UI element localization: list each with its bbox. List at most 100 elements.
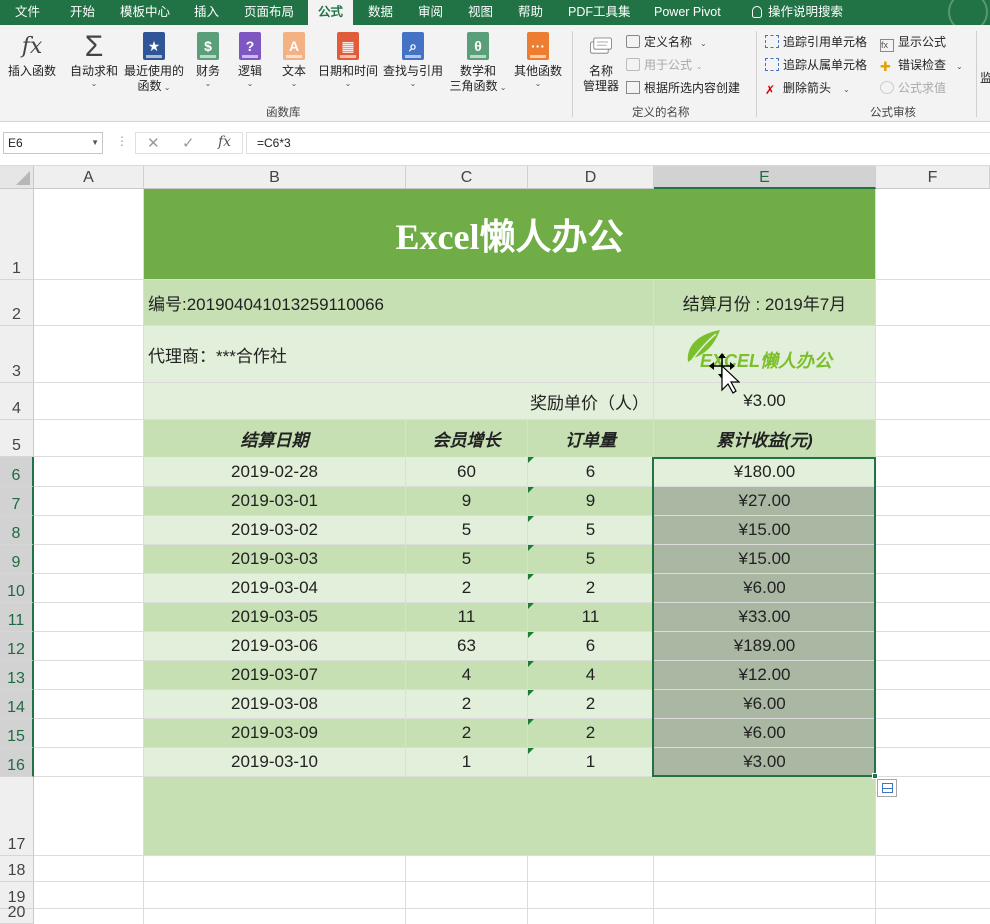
use-in-formula-button[interactable]: 用于公式 ⌄ [626,56,703,74]
income-cell[interactable]: ¥3.00 [654,748,875,776]
member-growth-cell[interactable]: 5 [406,516,527,544]
agent-cell[interactable]: 代理商：***合作社 [144,326,653,382]
member-growth-cell[interactable]: 2 [406,574,527,602]
income-cell[interactable]: ¥27.00 [654,487,875,515]
income-cell[interactable]: ¥6.00 [654,719,875,747]
order-count-cell[interactable]: 5 [528,545,653,573]
member-growth-cell[interactable]: 11 [406,603,527,631]
row-header-15[interactable]: 15 [0,719,34,748]
evaluate-formula-button[interactable]: 公式求值 [880,79,946,97]
trace-precedents-button[interactable]: 追踪引用单元格 [765,33,867,51]
splitter-dots-icon[interactable]: ⋮ [116,134,128,148]
error-indicator-triangle-icon[interactable] [528,690,534,696]
reward-value-cell[interactable]: ¥3.00 [654,383,875,419]
row-header-6[interactable]: 6 [0,457,34,487]
trace-dependents-button[interactable]: 追踪从属单元格 [765,56,867,74]
error-indicator-triangle-icon[interactable] [528,516,534,522]
name-manager-button[interactable]: 名称 管理器 [580,31,622,94]
row-header-11[interactable]: 11 [0,603,34,632]
row-header-4[interactable]: 4 [0,383,34,420]
cancel-x-icon[interactable]: ✕ [147,134,160,152]
tab-review[interactable]: 审阅 [418,0,443,25]
order-count-cell[interactable]: 2 [528,719,653,747]
define-name-button[interactable]: 定义名称 ⌄ [626,33,707,51]
income-cell[interactable]: ¥6.00 [654,690,875,718]
settle-date-cell[interactable]: 2019-03-02 [144,516,405,544]
row-header-9[interactable]: 9 [0,545,34,574]
settle-month-cell[interactable]: 结算月份 : 2019年7月 [654,280,875,325]
member-growth-cell[interactable]: 9 [406,487,527,515]
error-indicator-triangle-icon[interactable] [528,719,534,725]
lookup-reference-button[interactable]: ⌕ 查找与引用 ⌄ [382,31,444,89]
settle-date-cell[interactable]: 2019-03-10 [144,748,405,776]
row-header-5[interactable]: 5 [0,420,34,457]
settle-date-cell[interactable]: 2019-03-01 [144,487,405,515]
order-count-cell[interactable]: 1 [528,748,653,776]
member-growth-cell[interactable]: 2 [406,719,527,747]
excel-lazy-office-logo[interactable]: EXCEL懒人办公 [684,328,834,374]
error-indicator-triangle-icon[interactable] [528,487,534,493]
settle-date-cell[interactable]: 2019-03-04 [144,574,405,602]
row-header-13[interactable]: 13 [0,661,34,690]
settle-date-cell[interactable]: 2019-03-08 [144,690,405,718]
row-header-16[interactable]: 16 [0,748,34,777]
text-button[interactable]: A 文本 ⌄ [278,31,310,89]
order-count-cell[interactable]: 6 [528,457,653,486]
income-cell[interactable]: ¥15.00 [654,516,875,544]
row-header-17[interactable]: 17 [0,777,34,856]
column-header-c[interactable]: C [406,166,528,189]
column-header-b[interactable]: B [144,166,406,189]
income-cell[interactable]: ¥6.00 [654,574,875,602]
error-indicator-triangle-icon[interactable] [528,603,534,609]
tab-home[interactable]: 开始 [70,0,95,25]
confirm-check-icon[interactable]: ✓ [182,134,195,152]
order-count-cell[interactable]: 11 [528,603,653,631]
settle-date-cell[interactable]: 2019-03-03 [144,545,405,573]
footer-band[interactable] [144,777,875,855]
row-header-1[interactable]: 1 [0,189,34,280]
tab-template-center[interactable]: 模板中心 [120,0,170,25]
row-header-8[interactable]: 8 [0,516,34,545]
income-cell[interactable]: ¥12.00 [654,661,875,689]
column-header-d[interactable]: D [528,166,654,189]
row-header-12[interactable]: 12 [0,632,34,661]
row-header-3[interactable]: 3 [0,326,34,383]
order-count-cell[interactable]: 4 [528,661,653,689]
settle-date-cell[interactable]: 2019-03-09 [144,719,405,747]
settle-date-cell[interactable]: 2019-03-05 [144,603,405,631]
income-cell[interactable]: ¥180.00 [654,457,875,486]
tab-insert[interactable]: 插入 [194,0,219,25]
order-count-cell[interactable]: 9 [528,487,653,515]
income-cell[interactable]: ¥15.00 [654,545,875,573]
error-indicator-triangle-icon[interactable] [528,661,534,667]
row-header-10[interactable]: 10 [0,574,34,603]
serial-number-cell[interactable]: 编号:201904041013259110066 [144,280,653,325]
member-growth-cell[interactable]: 5 [406,545,527,573]
row-header-14[interactable]: 14 [0,690,34,719]
member-growth-cell[interactable]: 4 [406,661,527,689]
show-formulas-button[interactable]: fx 显示公式 [880,33,946,52]
row-header-18[interactable]: 18 [0,856,34,882]
column-header-a[interactable]: A [34,166,144,189]
quick-analysis-button[interactable] [877,779,897,797]
column-header-e[interactable]: E [654,166,876,189]
recently-used-button[interactable]: ★ 最近使用的 函数 ⌄ [122,31,186,95]
tell-me-search[interactable]: 操作说明搜索 [752,0,843,25]
order-count-cell[interactable]: 2 [528,690,653,718]
settle-date-cell[interactable]: 2019-02-28 [144,457,405,486]
error-indicator-triangle-icon[interactable] [528,748,534,754]
header-settle-date[interactable]: 结算日期 [144,420,405,457]
tab-formulas[interactable]: 公式 [308,0,354,25]
sheet-title[interactable]: Excel懒人办公 [144,189,875,279]
settle-date-cell[interactable]: 2019-03-07 [144,661,405,689]
insert-function-fx-icon[interactable]: fx [218,134,231,150]
member-growth-cell[interactable]: 1 [406,748,527,776]
chevron-down-icon[interactable]: ▼ [91,133,99,153]
logical-button[interactable]: ? 逻辑 ⌄ [234,31,266,89]
member-growth-cell[interactable]: 63 [406,632,527,660]
error-indicator-triangle-icon[interactable] [528,632,534,638]
settle-date-cell[interactable]: 2019-03-06 [144,632,405,660]
error-indicator-triangle-icon[interactable] [528,574,534,580]
formula-input[interactable]: =C6*3 [246,132,990,154]
tab-help[interactable]: 帮助 [518,0,543,25]
